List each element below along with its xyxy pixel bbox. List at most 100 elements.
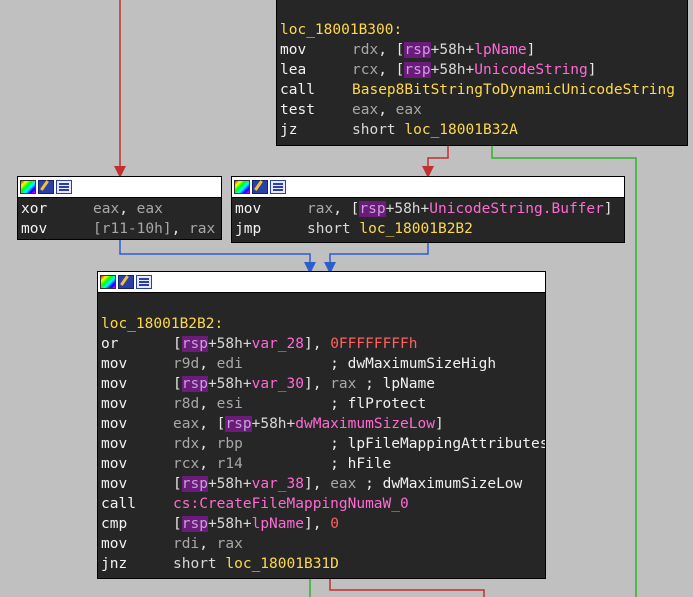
asm-line[interactable]: cmp [rsp+58h+lpName], 0 xyxy=(101,514,545,534)
asm-operand: rax xyxy=(189,221,216,237)
asm-mnemonic: jz xyxy=(280,122,298,138)
asm-line[interactable]: jnz short loc_18001B31D xyxy=(101,554,545,574)
asm-operand: , xyxy=(171,221,190,237)
asm-operand[interactable]: cs: xyxy=(173,496,199,512)
asm-line[interactable]: jz short loc_18001B32A xyxy=(280,120,687,140)
asm-operand: , xyxy=(199,396,217,412)
asm-operand[interactable]: var_38 xyxy=(252,476,304,492)
block-header xyxy=(232,177,624,198)
asm-operand: +58h+ xyxy=(430,62,475,78)
asm-operand: rsp xyxy=(181,336,208,352)
basic-block-mov-buffer[interactable]: mov rax, [rsp+58h+UnicodeString.Buffer] jm… xyxy=(231,176,625,243)
asm-label[interactable]: loc_18001B300: xyxy=(280,22,402,38)
asm-operand[interactable]: CreateFileMappingNumaW_0 xyxy=(199,496,409,512)
graph-overview-icon[interactable] xyxy=(270,180,286,194)
graph-overview-icon[interactable] xyxy=(56,180,72,194)
asm-operand: lpName xyxy=(382,376,435,392)
asm-operand: esi xyxy=(216,396,243,412)
asm-operand[interactable]: Basep8BitStringToDynamicUnicodeString xyxy=(352,82,675,98)
basic-block-xor[interactable]: xor eax, eax mov [r11-10h], rax xyxy=(17,176,222,240)
edit-pencil-icon[interactable] xyxy=(118,275,134,289)
asm-mnemonic: mov xyxy=(101,416,128,432)
asm-operand[interactable]: loc_18001B31D xyxy=(225,556,339,572)
asm-operand[interactable]: var_30 xyxy=(252,376,304,392)
asm-line[interactable]: mov rdi, rax xyxy=(101,534,545,554)
asm-mnemonic: lea xyxy=(280,62,307,78)
asm-line[interactable]: mov r8d, esi ; flProtect xyxy=(101,394,545,414)
asm-operand: +58h+ xyxy=(207,336,252,352)
asm-mnemonic: or xyxy=(101,336,119,352)
asm-operand[interactable]: lpName xyxy=(474,42,526,58)
asm-line[interactable]: or [rsp+58h+var_28], 0FFFFFFFFh xyxy=(101,334,545,354)
asm-operand[interactable]: UnicodeString.Buffer xyxy=(429,201,604,217)
asm-operand: ] xyxy=(526,42,536,58)
asm-operand: 0FFFFFFFFh xyxy=(330,336,418,352)
asm-mnemonic: mov xyxy=(101,456,128,472)
asm-line[interactable]: mov eax, [rsp+58h+dwMaximumSizeLow] xyxy=(101,414,545,434)
asm-operand[interactable]: UnicodeString xyxy=(474,62,588,78)
asm-line[interactable]: mov rax, [rsp+58h+UnicodeString.Buffer] xyxy=(235,199,624,219)
edge-right-to-main xyxy=(324,243,429,274)
asm-operand: +58h+ xyxy=(207,516,252,532)
asm-operand: , xyxy=(199,456,217,472)
asm-operand: short xyxy=(352,122,405,138)
asm-operand: +58h+ xyxy=(207,476,252,492)
asm-operand: r8d xyxy=(173,396,200,412)
asm-operand: [ xyxy=(173,516,182,532)
edit-pencil-icon[interactable] xyxy=(38,180,54,194)
asm-operand: r14 xyxy=(216,456,243,472)
asm-operand: , [ xyxy=(333,201,360,217)
asm-operand: hFile xyxy=(347,456,392,472)
asm-operand: edi xyxy=(216,356,243,372)
asm-operand[interactable]: loc_18001B32A xyxy=(404,122,518,138)
asm-line[interactable]: lea rcx, [rsp+58h+UnicodeString] xyxy=(280,60,687,80)
basic-block-loc-18001B2B2[interactable]: loc_18001B2B2: or [rsp+58h+var_28], 0FFFFF… xyxy=(97,271,546,579)
asm-operand: rsp xyxy=(404,62,431,78)
asm-operand: , [ xyxy=(378,62,405,78)
asm-operand: , [ xyxy=(199,416,226,432)
edit-pencil-icon[interactable] xyxy=(252,180,268,194)
asm-line[interactable]: mov rdx, rbp ; lpFileMappingAttributes xyxy=(101,434,545,454)
asm-operand: r9d xyxy=(173,356,200,372)
block-body: loc_18001B2B2: or [rsp+58h+var_28], 0FFFFF… xyxy=(98,293,545,574)
asm-mnemonic: call xyxy=(280,82,315,98)
asm-mnemonic: mov xyxy=(101,356,128,372)
asm-line[interactable]: mov r9d, edi ; dwMaximumSizeHigh xyxy=(101,354,545,374)
asm-operand: [r11-10h] xyxy=(93,221,172,237)
asm-line[interactable]: call cs:CreateFileMappingNumaW_0 xyxy=(101,494,545,514)
asm-operand: , xyxy=(199,356,217,372)
asm-mnemonic: mov xyxy=(101,536,128,552)
asm-line[interactable]: call Basep8BitStringToDynamicUnicodeStrin… xyxy=(280,80,687,100)
asm-operand: ; xyxy=(242,456,348,472)
asm-line[interactable]: mov [r11-10h], rax xyxy=(21,219,221,239)
asm-line[interactable]: mov [rsp+58h+var_38], eax ; dwMaximumSize… xyxy=(101,474,545,494)
asm-line[interactable]: jmp short loc_18001B2B2 xyxy=(235,219,624,239)
graph-overview-icon[interactable] xyxy=(136,275,152,289)
asm-line[interactable]: xor eax, eax xyxy=(21,199,221,219)
asm-label[interactable]: loc_18001B2B2: xyxy=(101,316,223,332)
color-palette-icon[interactable] xyxy=(20,180,36,194)
edge-main-red-out xyxy=(329,579,485,597)
basic-block-loc-18001B300[interactable]: loc_18001B300: mov rdx, [rsp+58h+lpName] le… xyxy=(276,0,688,146)
asm-mnemonic: mov xyxy=(21,221,48,237)
asm-operand[interactable]: var_28 xyxy=(252,336,304,352)
asm-operand[interactable]: lpName xyxy=(252,516,304,532)
color-palette-icon[interactable] xyxy=(100,275,116,289)
asm-operand: ; xyxy=(242,356,348,372)
asm-line[interactable]: test eax, eax xyxy=(280,100,687,120)
asm-line[interactable]: mov rcx, r14 ; hFile xyxy=(101,454,545,474)
asm-operand: eax xyxy=(136,201,163,217)
asm-line[interactable]: loc_18001B2B2: xyxy=(101,314,545,334)
asm-line[interactable]: mov rdx, [rsp+58h+lpName] xyxy=(280,40,687,60)
asm-line[interactable]: loc_18001B300: xyxy=(280,20,687,40)
edge-false-to-right xyxy=(422,146,449,178)
asm-operand: ; xyxy=(242,396,348,412)
asm-operand: rsp xyxy=(359,201,386,217)
color-palette-icon[interactable] xyxy=(234,180,250,194)
asm-line[interactable] xyxy=(101,294,545,314)
asm-operand: , xyxy=(119,201,137,217)
asm-line[interactable]: mov [rsp+58h+var_30], rax ; lpName xyxy=(101,374,545,394)
asm-operand[interactable]: loc_18001B2B2 xyxy=(359,221,473,237)
asm-operand: lpFileMappingAttributes xyxy=(347,436,546,452)
asm-operand[interactable]: dwMaximumSizeLow xyxy=(295,416,435,432)
